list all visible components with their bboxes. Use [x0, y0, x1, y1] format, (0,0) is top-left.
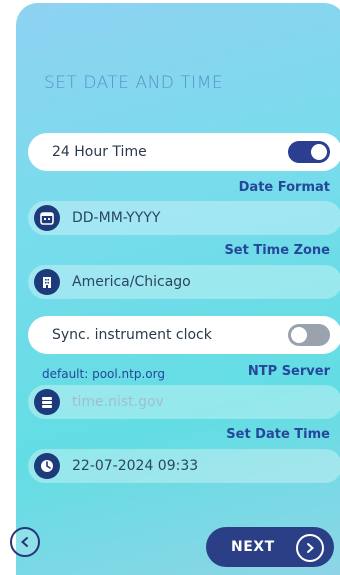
ntp-server-field[interactable]: time.nist.gov	[28, 385, 340, 419]
sync-clock-toggle[interactable]	[288, 324, 330, 346]
clock-icon	[34, 453, 60, 479]
date-format-field[interactable]: DD-MM-YYYY	[28, 201, 340, 235]
ntp-default-hint: default: pool.ntp.org	[42, 367, 165, 381]
date-time-value: 22-07-2024 09:33	[72, 458, 199, 474]
next-label: NEXT	[231, 539, 275, 555]
time-zone-value: America/Chicago	[72, 274, 191, 290]
time-zone-field[interactable]: America/Chicago	[28, 265, 340, 299]
ntp-server-input[interactable]: time.nist.gov	[72, 394, 164, 410]
chevron-left-icon	[20, 537, 28, 547]
building-icon	[34, 269, 60, 295]
time-zone-label: Set Time Zone	[224, 243, 330, 258]
chevron-right-icon	[296, 534, 324, 562]
back-button[interactable]	[10, 527, 40, 557]
settings-screen: SET DATE AND TIME 24 Hour Time Date Form…	[16, 3, 340, 575]
sync-clock-label: Sync. instrument clock	[52, 327, 212, 343]
date-time-label: Set Date Time	[226, 427, 330, 442]
date-format-label: Date Format	[238, 180, 330, 195]
toggle-knob	[291, 327, 307, 343]
date-format-value: DD-MM-YYYY	[72, 210, 161, 226]
sync-clock-row[interactable]: Sync. instrument clock	[28, 316, 340, 354]
hour24-row[interactable]: 24 Hour Time	[28, 133, 340, 171]
server-icon	[34, 389, 60, 415]
date-time-field[interactable]: 22-07-2024 09:33	[28, 449, 340, 483]
toggle-knob	[311, 144, 327, 160]
hour24-label: 24 Hour Time	[52, 144, 147, 160]
ntp-server-label: NTP Server	[247, 364, 330, 379]
hour24-toggle[interactable]	[288, 141, 330, 163]
next-button[interactable]: NEXT	[206, 527, 334, 567]
calendar-icon	[34, 205, 60, 231]
page-title: SET DATE AND TIME	[44, 73, 224, 93]
